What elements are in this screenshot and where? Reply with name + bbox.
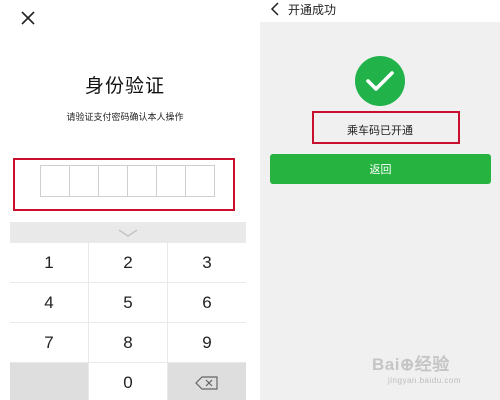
key-3[interactable]: 3 bbox=[168, 243, 246, 282]
password-digit-cell bbox=[157, 166, 186, 196]
nav-title: 开通成功 bbox=[288, 3, 337, 17]
check-circle-icon bbox=[366, 71, 394, 91]
password-digit-cell bbox=[70, 166, 99, 196]
backspace-icon bbox=[195, 375, 218, 390]
password-digit-cell bbox=[99, 166, 128, 196]
password-digit-cell bbox=[186, 166, 214, 196]
key-5[interactable]: 5 bbox=[89, 283, 167, 322]
back-button[interactable] bbox=[268, 1, 282, 17]
key-2[interactable]: 2 bbox=[89, 243, 167, 282]
backspace-key[interactable] bbox=[168, 363, 246, 400]
key-8[interactable]: 8 bbox=[89, 323, 167, 362]
nav-header: 开通成功 bbox=[260, 0, 500, 22]
keypad-grid: 1 2 3 4 5 6 7 8 9 0 bbox=[10, 243, 246, 400]
password-digit-cell bbox=[41, 166, 70, 196]
watermark-brand: Bai⊕经验 bbox=[372, 355, 450, 374]
password-input[interactable] bbox=[40, 165, 215, 197]
chevron-down-icon bbox=[118, 228, 138, 237]
numeric-keypad: 1 2 3 4 5 6 7 8 9 0 bbox=[10, 222, 246, 400]
close-icon bbox=[21, 11, 35, 25]
page-subtitle: 请验证支付密码确认本人操作 bbox=[66, 113, 184, 123]
baidu-jingyan-watermark: Bai⊕经验 jingyan.baidu.com bbox=[372, 350, 494, 396]
success-badge bbox=[355, 56, 405, 106]
status-message: 乘车码已开通 bbox=[347, 124, 413, 137]
chevron-left-icon bbox=[270, 2, 279, 16]
key-6[interactable]: 6 bbox=[168, 283, 246, 322]
key-7[interactable]: 7 bbox=[10, 323, 88, 362]
key-9[interactable]: 9 bbox=[168, 323, 246, 362]
password-digit-cell bbox=[128, 166, 157, 196]
key-1[interactable]: 1 bbox=[10, 243, 88, 282]
key-empty bbox=[10, 363, 88, 400]
auth-panel: 身份验证 请验证支付密码确认本人操作 1 2 3 4 5 6 7 8 9 0 bbox=[0, 0, 250, 400]
page-title: 身份验证 bbox=[84, 75, 165, 97]
close-button[interactable] bbox=[18, 8, 38, 28]
result-panel: 开通成功 乘车码已开通 返回 bbox=[260, 0, 500, 400]
key-4[interactable]: 4 bbox=[10, 283, 88, 322]
return-button[interactable]: 返回 bbox=[270, 154, 491, 184]
key-0[interactable]: 0 bbox=[89, 363, 167, 400]
keypad-collapse-handle[interactable] bbox=[10, 222, 246, 243]
watermark-site: jingyan.baidu.com bbox=[388, 376, 461, 385]
